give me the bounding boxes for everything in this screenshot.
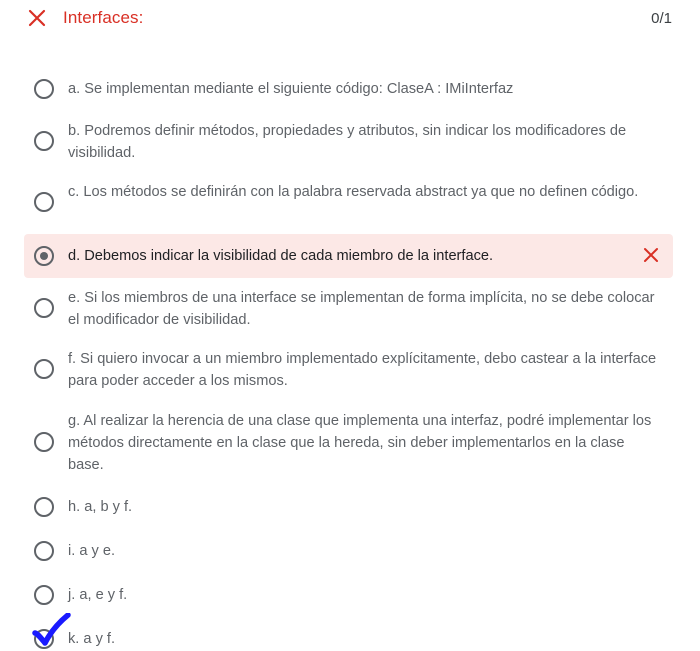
option-label: i. a y e. xyxy=(68,543,116,559)
radio-button[interactable] xyxy=(34,432,54,452)
close-x-icon xyxy=(644,248,658,262)
question-header: Interfaces: 0/1 xyxy=(0,0,700,40)
option-a[interactable]: a. Se implementan mediante el siguiente … xyxy=(24,74,673,104)
option-label: e. Si los miembros de una interface se i… xyxy=(68,290,655,328)
radio-button[interactable] xyxy=(34,497,54,517)
option-f[interactable]: f. Si quiero invocar a un miembro implem… xyxy=(24,346,673,394)
radio-button[interactable] xyxy=(34,585,54,605)
question-score: 0/1 xyxy=(651,10,672,27)
option-k[interactable]: k. a y f. xyxy=(24,625,673,651)
question-title: Interfaces: xyxy=(63,8,144,27)
radio-button[interactable] xyxy=(34,298,54,318)
option-label: h. a, b y f. xyxy=(68,499,133,515)
option-label: c. Los métodos se definirán con la palab… xyxy=(68,184,639,200)
radio-dot xyxy=(40,252,48,260)
option-h[interactable]: h. a, b y f. xyxy=(24,493,673,521)
option-label: b. Podremos definir métodos, propiedades… xyxy=(68,123,627,161)
radio-button[interactable] xyxy=(34,192,54,212)
close-x-icon xyxy=(28,9,46,27)
option-label: k. a y f. xyxy=(68,631,116,647)
radio-button[interactable] xyxy=(34,541,54,561)
radio-button[interactable] xyxy=(34,79,54,99)
option-e[interactable]: e. Si los miembros de una interface se i… xyxy=(24,285,673,333)
radio-button[interactable] xyxy=(34,359,54,379)
option-d[interactable]: d. Debemos indicar la visibilidad de cad… xyxy=(24,234,673,278)
checkmark-icon xyxy=(32,613,71,646)
option-b[interactable]: b. Podremos definir métodos, propiedades… xyxy=(24,118,673,166)
radio-button-selected[interactable] xyxy=(34,246,54,266)
option-g[interactable]: g. Al realizar la herencia de una clase … xyxy=(24,408,673,478)
option-i[interactable]: i. a y e. xyxy=(24,537,673,565)
option-label: d. Debemos indicar la visibilidad de cad… xyxy=(68,248,494,264)
option-label: j. a, e y f. xyxy=(68,587,128,603)
option-c[interactable]: c. Los métodos se definirán con la palab… xyxy=(24,179,673,227)
option-label: a. Se implementan mediante el siguiente … xyxy=(68,81,514,97)
option-label: f. Si quiero invocar a un miembro implem… xyxy=(68,351,657,389)
option-j[interactable]: j. a, e y f. xyxy=(24,581,673,609)
option-label: g. Al realizar la herencia de una clase … xyxy=(68,413,652,473)
radio-button[interactable] xyxy=(34,131,54,151)
